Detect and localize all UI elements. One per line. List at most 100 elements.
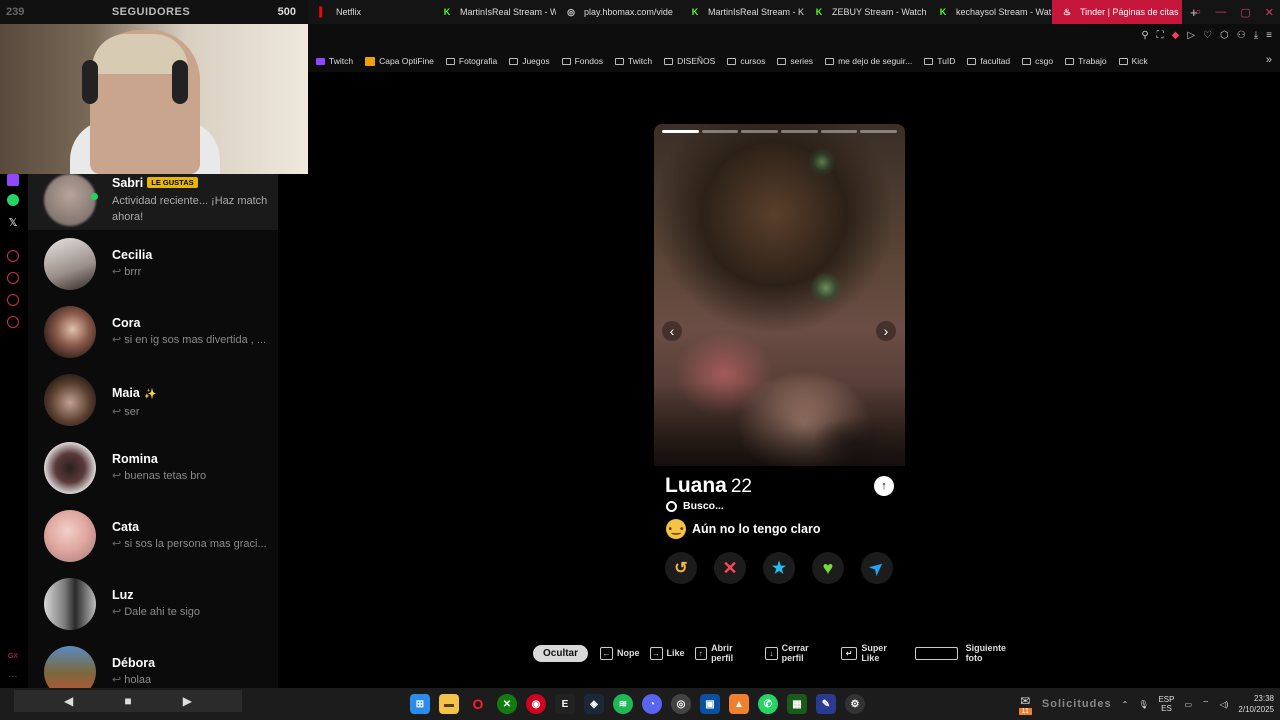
whatsapp-icon[interactable] xyxy=(7,194,19,206)
chevron-right-icon[interactable]: › xyxy=(876,321,896,341)
avatar xyxy=(44,238,96,290)
display-icon[interactable]: ▭ xyxy=(1184,700,1192,709)
windows-taskbar: ◀ ■ ▶ ⊞ ▬ O ✕ ◉ E ◈ ≋ ◔ ◎ ▣ ▲ ✆ ▦ ✎ ⚙ ✉ 1… xyxy=(0,688,1280,720)
minecraft-icon[interactable]: ▦ xyxy=(787,694,807,714)
kick-icon: K xyxy=(939,7,947,17)
bookmark-folder[interactable]: Trabajo xyxy=(1065,56,1107,66)
download-icon[interactable]: ⤓ xyxy=(1254,30,1258,41)
bookmark-folder[interactable]: facultad xyxy=(967,56,1010,66)
network-icon[interactable]: ⌔ xyxy=(1202,699,1210,709)
rewind-button[interactable]: ↺ xyxy=(665,552,697,584)
app-icon[interactable]: ✎ xyxy=(816,694,836,714)
windows-start-icon[interactable]: ⊞ xyxy=(410,694,430,714)
match-name: Débora xyxy=(112,656,156,670)
bookmark-folder[interactable]: series xyxy=(777,56,813,66)
whatsapp-icon[interactable]: ✆ xyxy=(758,694,778,714)
stop-icon[interactable]: ■ xyxy=(124,694,131,708)
app-icon[interactable]: ▣ xyxy=(700,694,720,714)
addon-icon[interactable]: GX xyxy=(7,650,19,662)
browser-toolbar: ⚲ ⛶ ◆ ▷ ♡ ⬡ ⚇ ⤓ ≡ xyxy=(308,24,1280,50)
xbox-icon[interactable]: ✕ xyxy=(497,694,517,714)
super-like-button[interactable]: ★ xyxy=(763,552,795,584)
hide-shortcuts-button[interactable]: Ocultar xyxy=(533,644,589,662)
tab-martinisreal-1[interactable]: K MartinIsReal Stream - W xyxy=(432,0,556,24)
close-icon[interactable]: ✕ xyxy=(1265,6,1274,19)
tab-martinisreal-2[interactable]: K MartinIsReal Stream - K xyxy=(680,0,804,24)
photo-progress-segment xyxy=(820,130,858,133)
bookmark-folder[interactable]: DISEÑOS xyxy=(664,56,715,66)
bookmark-label: Twitch xyxy=(329,56,354,66)
bookmark-folder[interactable]: csgo xyxy=(1022,56,1053,66)
mail-tray[interactable]: ✉ 11 xyxy=(1018,694,1032,715)
app-icon[interactable]: ◉ xyxy=(526,694,546,714)
list-item[interactable]: Cecilia ↩ brrr xyxy=(28,236,278,304)
list-item[interactable]: Cata ↩ si sos la persona mas graci... xyxy=(28,508,278,576)
bookmark-folder[interactable]: Fondos xyxy=(561,56,603,66)
bookmark-folder[interactable]: me dejo de seguir... xyxy=(825,56,912,66)
play-icon[interactable]: ▷ xyxy=(1187,30,1195,41)
bookmark-folder[interactable]: Fotografia xyxy=(445,56,497,66)
more-icon[interactable]: ··· xyxy=(7,670,19,682)
pin-icon[interactable]: ⚲ xyxy=(1141,30,1148,41)
arrow-down-key-icon: ↓ xyxy=(765,646,778,660)
discord-icon[interactable]: ◔ xyxy=(642,694,662,714)
spotify-icon[interactable]: ≋ xyxy=(613,694,633,714)
app-icon[interactable]: ⚙ xyxy=(845,694,865,714)
bookmark-label: Kick xyxy=(1131,56,1148,66)
bookmark-capa-optifine[interactable]: Capa OptiFine xyxy=(365,56,434,66)
list-item[interactable]: Débora ↩ holaa xyxy=(28,644,278,688)
bookmark-folder[interactable]: Twitch xyxy=(614,56,652,66)
microphone-icon[interactable]: 🎙 xyxy=(1138,700,1148,709)
twitch-icon[interactable] xyxy=(7,174,19,186)
chevron-left-icon[interactable]: ‹ xyxy=(662,321,682,341)
tab-kechaysol[interactable]: Kkechaysol Stream - Wat xyxy=(928,0,1052,24)
previous-icon[interactable]: ◀ xyxy=(64,694,73,708)
clock[interactable]: 23:38 2/10/2025 xyxy=(1238,693,1274,715)
bookmark-folder[interactable]: Juegos xyxy=(509,56,550,66)
screenshot-icon[interactable]: ⛶ xyxy=(1157,30,1164,41)
like-button[interactable]: ♥ xyxy=(812,552,844,584)
obs-icon[interactable]: ◎ xyxy=(671,694,691,714)
open-profile-button[interactable]: ↑ xyxy=(874,476,894,496)
menu-icon[interactable]: ≡ xyxy=(1266,30,1272,41)
list-item[interactable]: Maia ✨ ↩ ser xyxy=(28,372,278,440)
volume-icon[interactable]: ◁) xyxy=(1220,700,1229,709)
list-item[interactable]: Luz ↩ Dale ahi te sigo xyxy=(28,576,278,644)
chat-icon[interactable] xyxy=(7,294,19,306)
file-explorer-icon[interactable]: ▬ xyxy=(439,694,459,714)
chevron-right-icon[interactable]: » xyxy=(1266,54,1272,66)
nope-button[interactable]: ✕ xyxy=(714,552,746,584)
bookmark-folder[interactable]: Kick xyxy=(1118,56,1148,66)
settings-icon[interactable] xyxy=(7,316,19,328)
boost-button[interactable]: ➤ xyxy=(854,545,900,590)
clock-icon[interactable] xyxy=(7,272,19,284)
list-item[interactable]: Cora ↩ si en ig sos mas divertida , ... xyxy=(28,304,278,372)
heart-icon[interactable]: ♡ xyxy=(1203,30,1212,41)
language-indicator[interactable]: ESP ES xyxy=(1158,695,1174,713)
bookmark-folder[interactable]: TuID xyxy=(924,56,955,66)
tab-zebuy[interactable]: K ZEBUY Stream - Watch xyxy=(804,0,928,24)
photo-progress-segment xyxy=(860,130,898,133)
maximize-icon[interactable]: ▢ xyxy=(1240,6,1250,19)
tab-tinder[interactable]: ♨ Tinder | Páginas de citas xyxy=(1052,0,1182,24)
search-icon[interactable]: ⌕ xyxy=(1195,6,1201,19)
chevron-up-icon[interactable]: ⌃ xyxy=(1122,700,1129,709)
opera-gx-icon[interactable]: O xyxy=(468,694,488,714)
record-icon[interactable] xyxy=(7,250,19,262)
vlc-icon[interactable]: ▲ xyxy=(729,694,749,714)
x-icon[interactable]: 𝕏 xyxy=(7,216,19,229)
steam-icon[interactable]: ◈ xyxy=(584,694,604,714)
list-item[interactable]: Romina ↩ buenas tetas bro xyxy=(28,440,278,508)
tab-hbomax[interactable]: ◎ play.hbomax.com/vide xyxy=(556,0,680,24)
bookmark-twitch[interactable]: Twitch xyxy=(316,56,353,66)
pocket-icon[interactable]: ◆ xyxy=(1172,30,1180,41)
tab-netflix[interactable]: ▍ Netflix xyxy=(308,0,432,24)
list-item[interactable]: Sabri LE GUSTAS Actividad reciente... ¡Ha… xyxy=(28,174,278,230)
minimize-icon[interactable]: — xyxy=(1215,6,1226,18)
profile-icon[interactable]: ⚇ xyxy=(1237,30,1246,41)
epic-games-icon[interactable]: E xyxy=(555,694,575,714)
profile-card[interactable]: ‹ › Luana 22 ↑ Busco... •‿• Aún no lo teng… xyxy=(654,124,905,590)
next-icon[interactable]: ▶ xyxy=(183,694,192,708)
bookmark-folder[interactable]: cursos xyxy=(727,56,765,66)
extensions-icon[interactable]: ⬡ xyxy=(1220,30,1229,41)
